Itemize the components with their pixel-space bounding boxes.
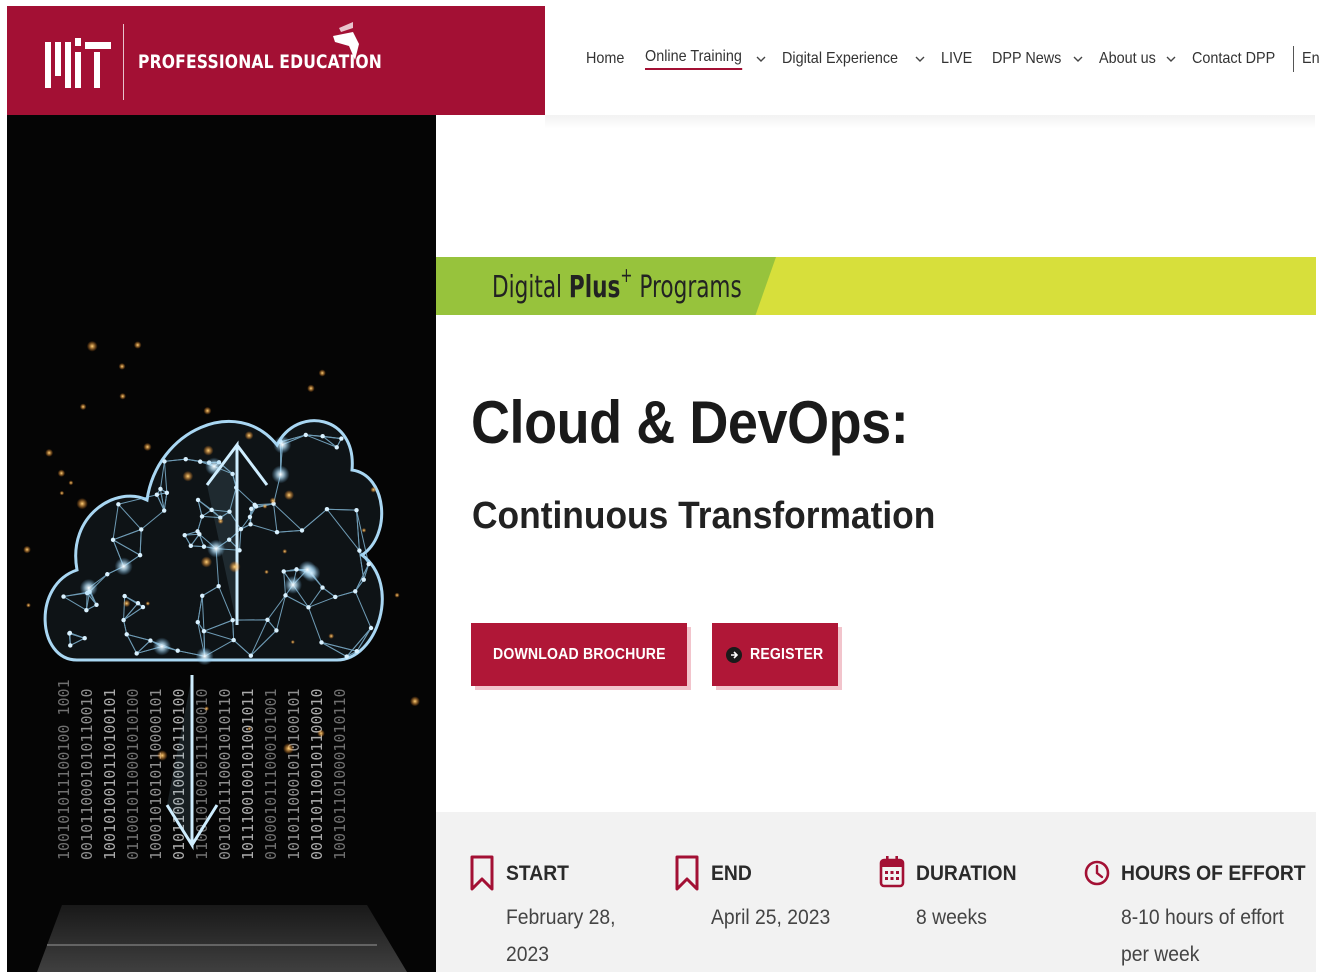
chevron-down-icon [915,56,925,62]
download-brochure-label: DOWNLOAD BROCHURE [493,645,666,663]
nav-item-digital-experience[interactable]: Digital Experience [782,50,925,68]
clock-icon [1084,860,1110,886]
nav-item-online-training[interactable]: Online Training [644,48,767,70]
brand-header: PROFESSIONAL EDUCATION [7,6,545,115]
program-label: Digital Plus+ Programs [492,263,742,305]
info-duration-value: 8 weeks [916,906,987,929]
nav-item-label: Home [586,50,625,67]
bookmark-icon [470,855,494,891]
mit-logo[interactable] [45,38,111,88]
course-subtitle: Continuous Transformation [472,495,936,537]
binary-column: 100101011100100 1001 [55,679,73,860]
program-label-sup: + [620,263,633,287]
brand-divider [123,24,124,100]
binary-column: 1011100100101001011 [239,688,257,860]
program-label-bold: Plus [568,270,621,305]
chevron-down-icon [1166,56,1176,62]
register-label: REGISTER [750,645,824,663]
nav-item-contact-dpp[interactable]: Contact DPP [1192,50,1284,68]
download-brochure-button[interactable]: DOWNLOAD BROCHURE [471,623,687,686]
nav-item-label: LIVE [941,50,973,67]
program-label-prefix: Digital [492,270,563,305]
calendar-icon [879,856,905,888]
binary-column: 0100010111000101001 [262,688,280,860]
binary-column: 0010101100101100010 [308,688,326,860]
course-title: Cloud & DevOps: [471,389,909,456]
hero-image: 100101011100100 1001 0010110001010110010 1… [7,115,436,972]
info-start-value: February 28, 2023 [506,906,616,966]
binary-column: 1001010010110100101 [101,688,119,860]
bookmark-icon [675,855,699,891]
info-start-label: START [506,862,569,885]
info-hours-value: 8-10 hours of effort per week [1121,906,1284,966]
arrow-circle-icon [726,646,742,663]
nav-item-about-us[interactable]: About us [1099,50,1176,68]
binary-column: 0010110001010110010 [78,688,96,860]
nav-item-label: Online Training [644,48,742,70]
nav-divider [1292,46,1294,72]
nav-item-label: DPP News [991,50,1062,67]
binary-column: 1000101010110000101 [147,688,165,860]
binary-column: 0110010110001010100 [124,688,142,860]
chevron-down-icon [756,56,766,62]
binary-column: 1100101001011100010 [193,688,211,860]
binary-column: 1010110001010100101 [285,688,303,860]
chevron-down-icon [1073,56,1083,62]
nav-item-label: About us [1099,50,1156,67]
header-shadow [545,115,1315,129]
info-end-label: END [711,862,752,885]
info-duration-label: DURATION [916,862,1017,885]
nav-item-label: Contact DPP [1192,50,1276,67]
nav-item-label: Digital Experience [782,50,899,67]
binary-column: 0010101110001010110 [216,688,234,860]
info-end-value: April 25, 2023 [711,906,831,929]
language-label: English [1301,50,1320,67]
program-banner: Digital Plus+ Programs [436,257,1316,315]
language-selector[interactable]: English [1302,50,1320,68]
program-label-suffix: Programs [639,270,742,305]
binary-column: 1001011010001010110 [331,688,349,860]
cloud-upload-illustration: 100101011100100 1001 0010110001010110010 1… [7,115,436,972]
nav-item-home[interactable]: Home [586,50,629,68]
info-hours-label: HOURS OF EFFORT [1121,862,1306,885]
register-button[interactable]: REGISTER [712,623,838,686]
nav-item-dpp-news[interactable]: DPP News [992,50,1083,68]
arrow-mark-icon [333,22,359,60]
top-navigation: Home Online Training Digital Experience … [586,44,1320,74]
nav-item-live[interactable]: LIVE [941,50,976,68]
